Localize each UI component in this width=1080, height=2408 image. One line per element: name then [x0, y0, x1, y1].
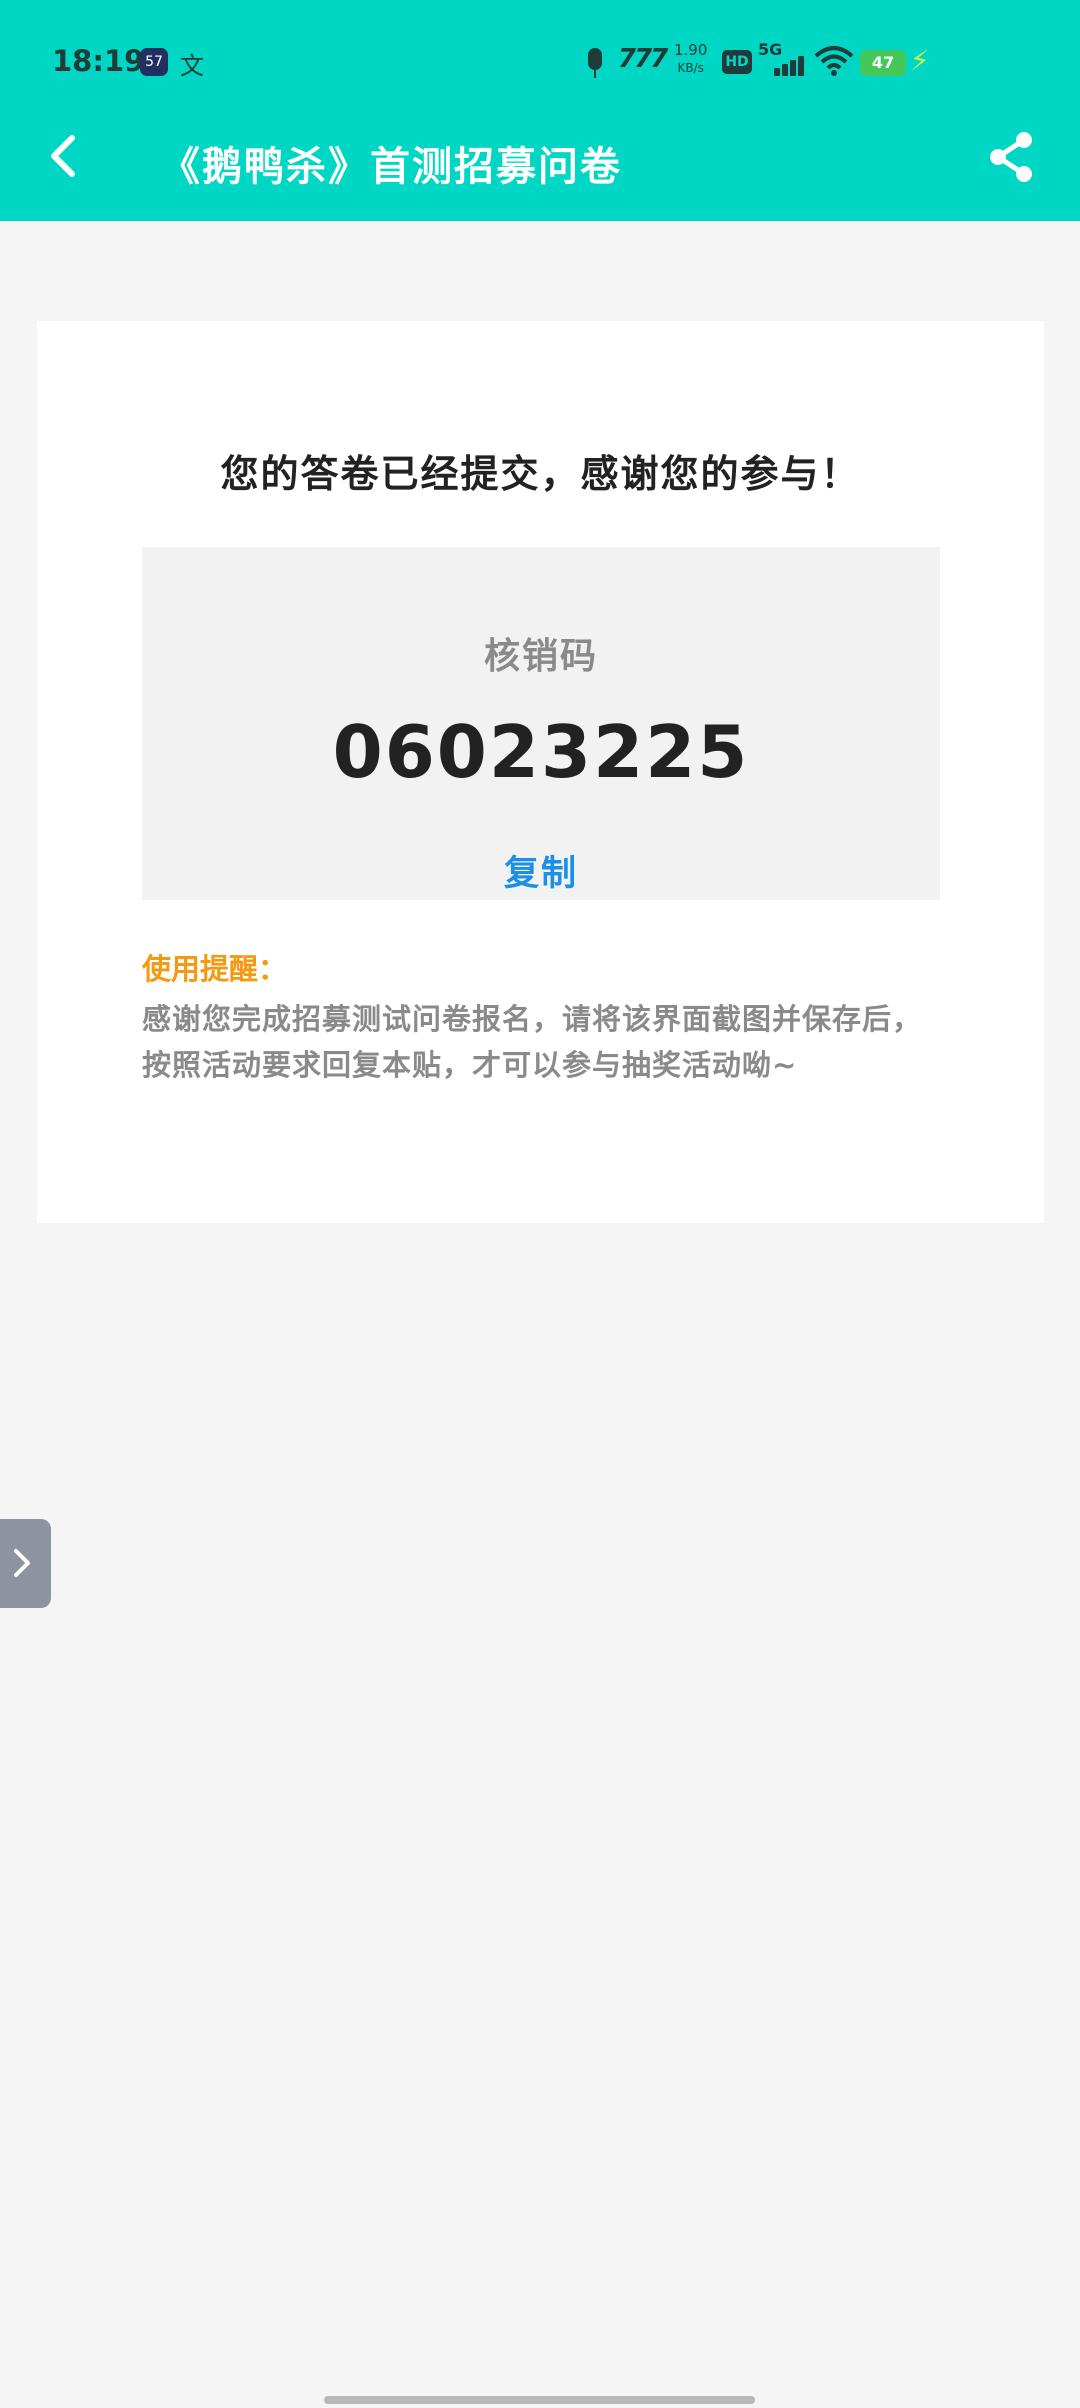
status-time: 18:19 — [52, 44, 145, 78]
back-button[interactable] — [40, 126, 90, 186]
chevron-right-icon — [14, 1549, 30, 1577]
redemption-code-box: 核销码 06023225 复制 — [142, 547, 940, 900]
charging-icon: ⚡ — [910, 44, 930, 77]
cellular-signal-icon: 5G — [758, 40, 806, 80]
network-type-label: 5G — [758, 40, 783, 59]
network-speed: 1.90 KB/s — [674, 42, 707, 78]
home-indicator[interactable] — [324, 2396, 755, 2404]
redemption-code-label: 核销码 — [483, 636, 598, 677]
submit-success-message: 您的答卷已经提交，感谢您的参与！ — [220, 452, 861, 496]
redemption-code-value: 06023225 — [332, 710, 750, 794]
app-header: 18:19 57 文 777 1.90 KB/s HD 5G 47 ⚡ 《鹅鸭杀… — [0, 0, 1080, 221]
copy-button[interactable]: 复制 — [491, 845, 591, 896]
result-card: 您的答卷已经提交，感谢您的参与！ 核销码 06023225 复制 使用提醒： 感… — [37, 321, 1044, 1223]
status-bar: 18:19 57 文 777 1.90 KB/s HD 5G 47 ⚡ — [0, 0, 1080, 125]
translate-icon: 文 — [180, 52, 204, 80]
side-panel-handle[interactable] — [0, 1519, 51, 1608]
share-icon — [990, 132, 1032, 182]
usage-tip-heading: 使用提醒： — [142, 952, 288, 986]
usage-tip-text: 感谢您完成招募测试问卷报名，请将该界面截图并保存后，按照活动要求回复本贴，才可以… — [142, 1002, 923, 1082]
battery-icon: 47 — [860, 50, 906, 76]
wifi-icon — [814, 44, 854, 78]
page-title: 《鹅鸭杀》首测招募问卷 — [160, 144, 622, 190]
hd-icon: HD — [722, 50, 752, 74]
network-speed-value: 1.90 — [674, 41, 708, 59]
network-speed-unit: KB/s — [677, 61, 704, 75]
vpn-icon: 777 — [618, 44, 668, 74]
share-button[interactable] — [986, 130, 1036, 184]
notification-app-icon: 57 — [140, 48, 168, 76]
chevron-left-icon — [51, 135, 75, 177]
microphone-icon — [580, 44, 610, 80]
